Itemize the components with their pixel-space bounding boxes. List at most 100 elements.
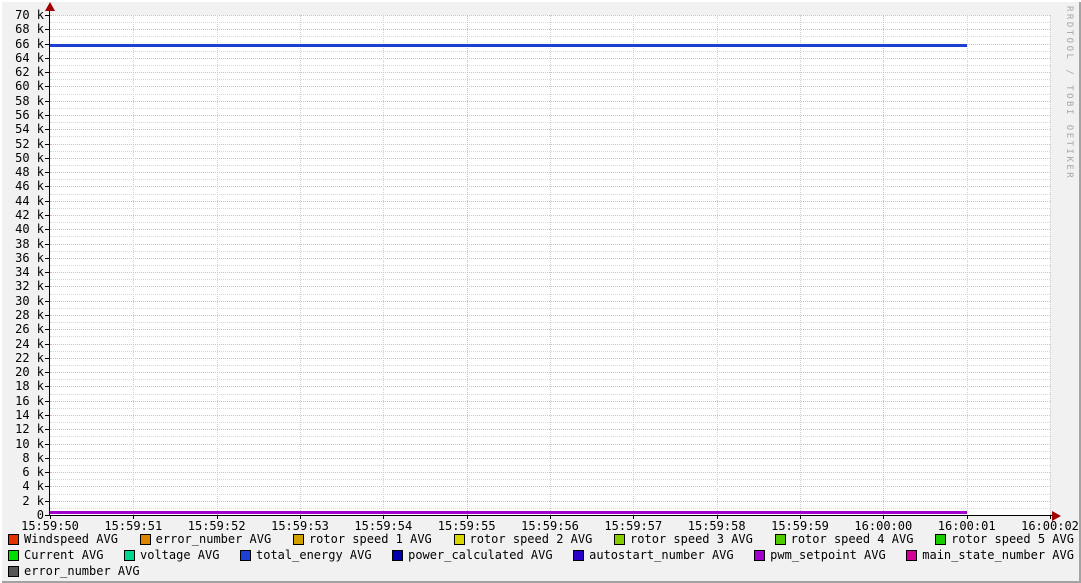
legend-row: Windspeed AVG error_number AVG rotor speed…: [8, 531, 1074, 547]
y-axis-tick-label: 56 k: [15, 108, 44, 122]
legend-item: rotor speed 4 AVG: [774, 532, 913, 546]
legend-item: rotor speed 2 AVG: [453, 532, 592, 546]
vertical-gridline: [133, 15, 135, 515]
y-axis-tick-label: 66 k: [15, 36, 44, 51]
y-axis-tick: [45, 386, 49, 388]
y-axis-tick: [45, 172, 49, 174]
x-axis-tick-label: 15:59:52: [187, 519, 246, 533]
x-axis-tick-label: 15:59:54: [354, 519, 413, 533]
y-axis-tick-label: 10 k: [15, 436, 44, 451]
x-axis-tick: [550, 516, 551, 519]
legend-color-swatch: [935, 533, 947, 545]
y-axis-arrow-icon: [45, 2, 55, 11]
y-axis-tick-label: 4 k: [22, 479, 44, 494]
y-axis-tick: [45, 357, 49, 359]
y-axis-tick-label: 12 k: [15, 422, 44, 437]
vertical-gridline: [800, 15, 801, 515]
legend-color-swatch: [124, 549, 135, 561]
y-axis-tick-label: 6 k: [22, 465, 44, 480]
y-axis-tick: [45, 300, 49, 302]
y-axis-tick: [45, 86, 49, 88]
y-axis-tick-label: 2 k: [22, 493, 44, 508]
y-axis-tick: [45, 100, 49, 102]
y-axis-tick: [45, 486, 49, 488]
y-axis-tick-label: 36 k: [15, 250, 44, 265]
x-axis-tick: [966, 516, 968, 519]
y-axis-tick: [45, 43, 49, 45]
y-axis-tick: [45, 372, 49, 374]
y-axis-tick-label: 26 k: [15, 322, 44, 337]
y-axis-tick-label: 62 k: [15, 65, 44, 80]
y-axis-tick-label: 38 k: [15, 236, 44, 251]
legend-item-label: total_energy AVG: [256, 548, 372, 562]
legend-item-label: error_number AVG: [155, 532, 272, 546]
legend-item: main_state_number AVG: [906, 548, 1074, 562]
legend-item: pwm_setpoint AVG: [754, 548, 886, 562]
x-axis-tick: [633, 516, 635, 519]
x-axis-tick: [133, 516, 135, 519]
legend-color-swatch: [392, 549, 404, 561]
y-axis-tick-label: 48 k: [15, 165, 44, 180]
legend: Windspeed AVG error_number AVG rotor speed…: [8, 531, 1074, 579]
x-axis-tick: [883, 516, 885, 519]
legend-color-swatch: [240, 549, 251, 561]
legend-item: Current AVG: [8, 548, 103, 562]
y-axis-tick-label: 16 k: [15, 393, 44, 408]
y-axis-tick-label: 44 k: [15, 193, 44, 208]
x-axis-tick: [383, 516, 385, 519]
y-axis-tick-label: 22 k: [15, 350, 44, 365]
y-axis-tick: [45, 15, 49, 16]
x-axis-tick-label: 16:00:01: [937, 519, 996, 533]
x-axis-tick-label: 15:59:50: [21, 519, 79, 533]
legend-item: power_calculated AVG: [392, 548, 553, 562]
vertical-gridline: [216, 15, 218, 515]
series-line-0: [50, 44, 967, 48]
y-axis-tick: [45, 229, 49, 231]
legend-item: autostart_number AVG: [573, 548, 734, 562]
x-axis-tick: [716, 516, 718, 519]
y-axis-tick-label: 50 k: [15, 150, 44, 165]
legend-color-swatch: [774, 533, 786, 545]
legend-color-swatch: [906, 549, 918, 561]
x-axis-tick: [466, 516, 468, 519]
x-axis-tick: [50, 516, 51, 519]
y-axis-tick-label: 40 k: [15, 222, 44, 237]
y-axis-tick: [45, 72, 49, 74]
legend-item: rotor speed 5 AVG: [935, 532, 1074, 546]
vertical-gridline: [1050, 15, 1051, 515]
x-axis-tick-label: 15:59:57: [604, 519, 663, 533]
y-axis-tick-label: 70 k: [15, 8, 44, 22]
y-axis-tick-label: 18 k: [15, 379, 44, 394]
y-axis-tick-label: 46 k: [15, 179, 44, 194]
x-axis-tick-label: 16:00:02: [1021, 519, 1079, 533]
legend-color-swatch: [292, 533, 304, 545]
y-axis-tick-label: 52 k: [15, 136, 44, 151]
y-axis-tick-label: 24 k: [15, 336, 44, 351]
legend-item: rotor speed 3 AVG: [614, 532, 753, 546]
legend-item-label: rotor speed 5 AVG: [951, 532, 1074, 546]
y-axis-tick-label: 20 k: [15, 365, 44, 380]
legend-color-swatch: [139, 533, 151, 545]
legend-color-swatch: [8, 533, 19, 545]
legend-color-swatch: [8, 549, 19, 561]
x-axis-tick-label: 15:59:59: [771, 519, 829, 533]
y-axis-tick: [45, 157, 49, 159]
legend-item-label: autostart_number AVG: [589, 548, 734, 562]
x-axis-tick-label: 15:59:56: [521, 519, 579, 533]
y-axis-tick: [45, 329, 49, 331]
vertical-gridline: [550, 15, 551, 515]
x-axis-arrow-icon: [1052, 511, 1061, 521]
y-axis-tick-label: 54 k: [15, 122, 44, 137]
y-axis-tick: [45, 143, 49, 145]
x-axis-tick: [800, 516, 801, 519]
y-axis-tick: [45, 243, 49, 245]
y-axis-tick: [45, 343, 49, 345]
y-axis-tick-label: 64 k: [15, 50, 44, 65]
y-axis-tick: [45, 286, 49, 288]
series-line-1: [50, 510, 967, 514]
legend-item: rotor speed 1 AVG: [292, 532, 432, 546]
y-axis-tick: [45, 472, 49, 474]
x-axis-line: [49, 515, 1053, 516]
vertical-gridline: [966, 15, 968, 515]
legend-color-swatch: [453, 533, 465, 545]
